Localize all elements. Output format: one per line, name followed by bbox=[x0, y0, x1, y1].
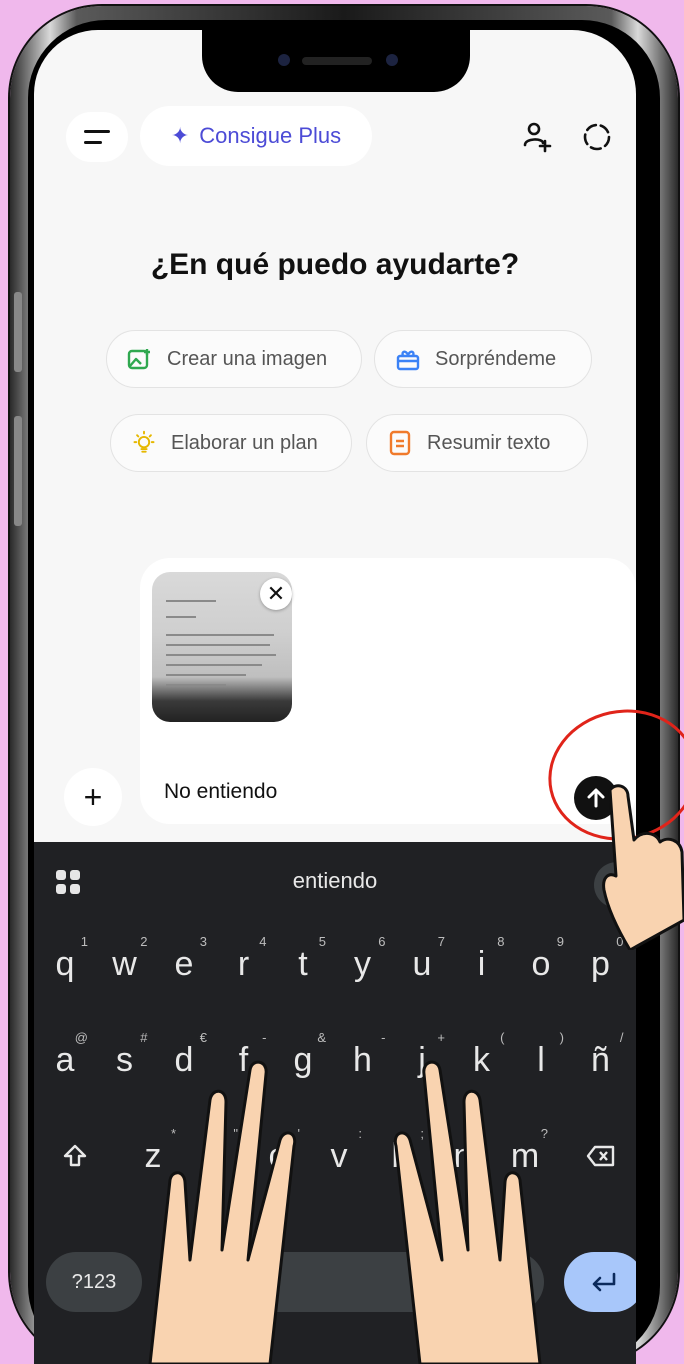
typing-hands-illustration bbox=[148, 1060, 542, 1364]
image-create-icon bbox=[127, 346, 153, 372]
temporary-chat-button[interactable] bbox=[572, 112, 622, 162]
suggestion-label: Crear una imagen bbox=[167, 347, 328, 370]
key-secondary: 2 bbox=[140, 934, 148, 949]
key-secondary: 3 bbox=[199, 934, 207, 949]
plus-icon: + bbox=[83, 778, 103, 815]
speaker-grille bbox=[302, 57, 372, 65]
key-e[interactable]: e3 bbox=[157, 928, 211, 1000]
close-icon: ✕ bbox=[266, 581, 286, 606]
key-w[interactable]: w2 bbox=[98, 928, 152, 1000]
key-r[interactable]: r4 bbox=[217, 928, 271, 1000]
key-letter: w bbox=[112, 944, 137, 983]
key-secondary: 8 bbox=[497, 934, 505, 949]
return-icon bbox=[592, 1272, 616, 1292]
key-secondary: 1 bbox=[80, 934, 88, 949]
sparkle-icon: ✦ bbox=[170, 123, 190, 148]
key-secondary: / bbox=[619, 1030, 624, 1045]
key-u[interactable]: u7 bbox=[395, 928, 449, 1000]
top-bar: ✦ Consigue Plus bbox=[34, 104, 636, 166]
document-icon bbox=[387, 430, 413, 456]
suggestion-label: Sorpréndeme bbox=[435, 347, 557, 370]
suggestion-label: Elaborar un plan bbox=[171, 431, 318, 454]
sidebar-menu-button[interactable] bbox=[66, 112, 128, 162]
suggestion-surprise-me[interactable]: Sorpréndeme bbox=[374, 330, 592, 388]
key-o[interactable]: o9 bbox=[514, 928, 568, 1000]
key-secondary: @ bbox=[74, 1030, 88, 1045]
key-letter: i bbox=[477, 944, 486, 983]
message-input[interactable]: No entiendo bbox=[164, 780, 277, 804]
key-letter: t bbox=[298, 944, 308, 983]
key-secondary: 4 bbox=[259, 934, 267, 949]
symbols-key[interactable]: ?123 bbox=[46, 1252, 142, 1312]
key-i[interactable]: i8 bbox=[455, 928, 509, 1000]
enter-key[interactable] bbox=[564, 1252, 636, 1312]
key-letter: q bbox=[55, 944, 75, 983]
keyboard-row-1: q1w2e3r4t5y6u7i8o9p0 bbox=[34, 928, 636, 1008]
key-letter: e bbox=[174, 944, 194, 983]
suggestion-label: Resumir texto bbox=[427, 431, 551, 454]
gift-icon bbox=[395, 346, 421, 372]
tapping-hand-illustration bbox=[602, 784, 684, 950]
key-letter: u bbox=[412, 944, 432, 983]
add-attachment-button[interactable]: + bbox=[64, 768, 122, 826]
get-plus-label: Consigue Plus bbox=[199, 123, 342, 148]
key-letter: a bbox=[55, 1040, 75, 1079]
key-letter: y bbox=[354, 944, 371, 983]
lightbulb-icon bbox=[131, 430, 157, 456]
add-person-icon bbox=[523, 122, 552, 153]
key-secondary: 7 bbox=[437, 934, 445, 949]
suggestion-make-plan[interactable]: Elaborar un plan bbox=[110, 414, 352, 472]
key-secondary: 9 bbox=[556, 934, 564, 949]
key-letter: r bbox=[237, 944, 250, 983]
key-ñ[interactable]: ñ / bbox=[574, 1024, 628, 1096]
key-secondary: 5 bbox=[318, 934, 326, 949]
key-a[interactable]: a @ bbox=[38, 1024, 92, 1096]
key-t[interactable]: t5 bbox=[276, 928, 330, 1000]
key-y[interactable]: y6 bbox=[336, 928, 390, 1000]
keyboard-toolbar: entiendo bbox=[34, 852, 636, 908]
suggestion-summarize-text[interactable]: Resumir texto bbox=[366, 414, 588, 472]
get-plus-button[interactable]: ✦ Consigue Plus bbox=[140, 106, 372, 166]
key-secondary: 6 bbox=[378, 934, 386, 949]
add-person-button[interactable] bbox=[512, 112, 562, 162]
remove-attachment-button[interactable]: ✕ bbox=[260, 578, 292, 610]
word-suggestion[interactable]: entiendo bbox=[34, 868, 636, 894]
side-button bbox=[14, 416, 22, 526]
notch bbox=[202, 30, 470, 92]
sensor-icon bbox=[386, 54, 398, 66]
key-letter: ñ bbox=[591, 1040, 610, 1079]
side-button bbox=[14, 292, 22, 372]
key-q[interactable]: q1 bbox=[38, 928, 92, 1000]
key-letter: p bbox=[591, 944, 610, 983]
suggestion-create-image[interactable]: Crear una imagen bbox=[106, 330, 362, 388]
key-secondary: ) bbox=[559, 1030, 564, 1045]
camera-icon bbox=[278, 54, 290, 66]
temporary-chat-icon bbox=[583, 123, 611, 151]
page-title: ¿En qué puedo ayudarte? bbox=[150, 248, 520, 281]
key-letter: o bbox=[531, 944, 551, 983]
